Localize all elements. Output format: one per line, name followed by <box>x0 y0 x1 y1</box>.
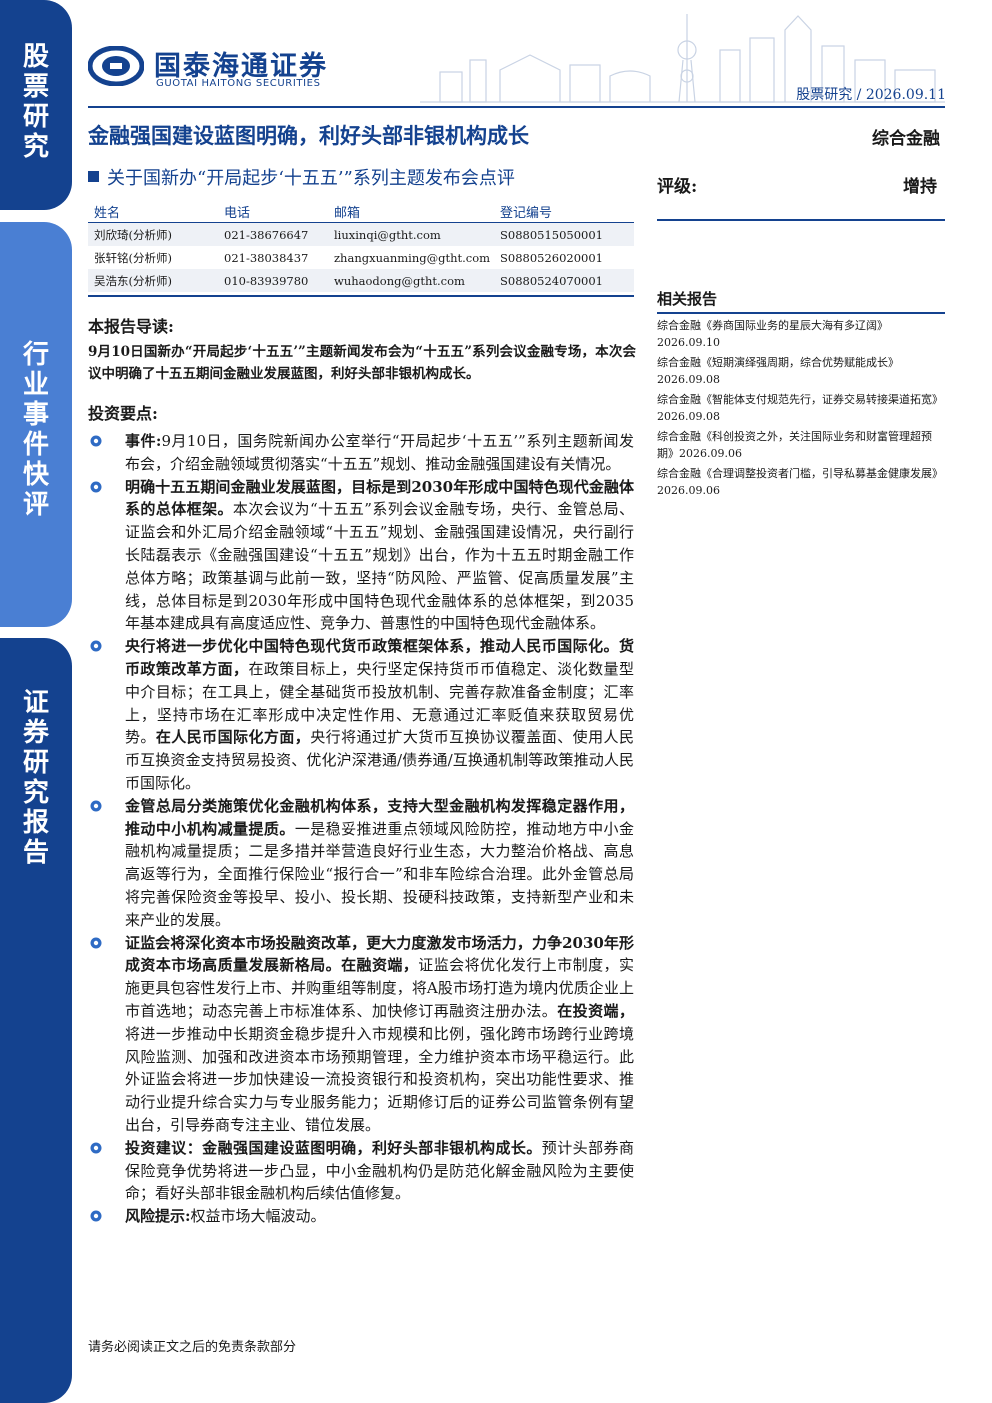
sidebar: 股票研究 行业事件快评 证券研究报告 <box>0 0 72 1403</box>
sidebar-char: 件 <box>22 430 49 460</box>
table-row: 刘欣琦(分析师) 021-38676647 liuxinqi@gtht.com … <box>88 222 634 246</box>
column-header-phone: 电话 <box>218 200 328 223</box>
analyst-phone: 021-38038437 <box>224 250 309 265</box>
circle-bullet-icon <box>90 800 102 812</box>
guide-text: 9月10日国新办“开局起步‘十五五’”主题新闻发布会为“十五五”系列会议金融专场… <box>88 344 636 382</box>
sidebar-block-securities-report: 证券研究报告 <box>0 638 72 1403</box>
sidebar-char: 究 <box>22 132 49 162</box>
related-reports: 相关报告 综合金融《券商国际业务的星辰大海有多辽阔》2026.09.10 综合金… <box>657 288 945 499</box>
related-report-item[interactable]: 综合金融《智能体支付规范先行，证券交易转接渠道拓宽》2026.09.08 <box>657 391 945 425</box>
analyst-email[interactable]: zhangxuanming@gtht.com <box>328 246 494 269</box>
analyst-email[interactable]: wuhaodong@gtht.com <box>328 269 494 292</box>
sidebar-char: 报 <box>22 808 49 838</box>
point-lead: 投资建议：金融强国建设蓝图明确，利好头部非银机构成长。 <box>125 1138 542 1157</box>
table-row: 吴浩东(分析师) 010-83939780 wuhaodong@gtht.com… <box>88 269 634 292</box>
point-lead-secondary: 在人民币国际化方面， <box>155 728 311 747</box>
sidebar-char: 评 <box>22 490 49 520</box>
related-report-item[interactable]: 综合金融《短期演绎强周期，综合优势赋能成长》2026.09.08 <box>657 354 945 388</box>
list-item: 央行将进一步优化中国特色现代货币政策框架体系，推动人民币国际化。货币政策改革方面… <box>88 635 634 795</box>
circle-bullet-icon <box>90 481 102 493</box>
sidebar-block-event-review: 行业事件快评 <box>0 222 72 627</box>
sidebar-label-stock-research: 股票研究 <box>0 42 72 162</box>
table-row: 张轩铭(分析师) 021-38038437 zhangxuanming@gtht… <box>88 246 634 269</box>
circle-bullet-icon <box>90 435 102 447</box>
guide-heading: 本报告导读: <box>88 317 174 336</box>
report-title: 金融强国建设蓝图明确，利好头部非银机构成长 <box>88 123 529 148</box>
sidebar-char: 快 <box>22 460 49 490</box>
point-lead-secondary: 在投资端， <box>557 1001 634 1020</box>
rating-value: 增持 <box>903 177 937 197</box>
analyst-registration: S0880526020001 <box>500 250 603 265</box>
related-report-item[interactable]: 综合金融《合理调整投资者门槛，引导私募基金健康发展》2026.09.06 <box>657 465 945 499</box>
point-lead: 事件: <box>125 432 162 450</box>
analyst-registration: S0880524070001 <box>494 269 634 292</box>
sidebar-char: 票 <box>22 72 49 102</box>
list-item: 证监会将深化资本市场投融资改革，更大力度激发市场活力，力争2030年形成资本市场… <box>88 932 634 1137</box>
square-bullet-icon <box>88 171 99 182</box>
related-report-item[interactable]: 综合金融《科创投资之外，关注国际业务和财富管理超预期》2026.09.06 <box>657 428 945 462</box>
column-header-registration: 登记编号 <box>494 200 634 223</box>
point-text: 本次会议为“十五五”系列会议金融专场，央行、金管总局、证监会和外汇局介绍金融领域… <box>125 500 634 633</box>
column-header-name: 姓名 <box>88 200 218 223</box>
sidebar-char: 证 <box>22 688 49 718</box>
sidebar-char: 股 <box>22 42 49 72</box>
related-report-item[interactable]: 综合金融《券商国际业务的星辰大海有多辽阔》2026.09.10 <box>657 317 945 351</box>
logo-mark-icon <box>88 46 144 86</box>
circle-bullet-icon <box>90 937 102 949</box>
analyst-name: 吴浩东(分析师) <box>88 269 218 292</box>
rating-divider <box>657 219 945 221</box>
header-breadcrumb: 股票研究 / 2026.09.11 <box>796 87 946 103</box>
industry-label: 综合金融 <box>872 129 940 149</box>
list-item: 投资建议：金融强国建设蓝图明确，利好头部非银机构成长。预计头部券商保险竞争优势将… <box>88 1137 634 1205</box>
rating-box: 评级: 增持 <box>657 172 945 202</box>
sidebar-block-stock-research: 股票研究 <box>0 0 72 210</box>
list-item: 风险提示:权益市场大幅波动。 <box>88 1205 634 1228</box>
sidebar-char: 事 <box>22 400 49 430</box>
analyst-table-header: 姓名 电话 邮箱 登记编号 <box>88 200 634 223</box>
analyst-registration: S0880515050001 <box>494 222 634 246</box>
point-text: 9月10日，国务院新闻办公室举行“开局起步‘十五五’”系列主题新闻发布会，介绍金… <box>125 432 634 473</box>
sidebar-label-securities-report: 证券研究报告 <box>0 688 72 868</box>
analyst-name: 张轩铭(分析师) <box>94 250 172 265</box>
company-logo: 国泰海通证券 GUOTAI HAITONG SECURITIES <box>88 42 348 98</box>
report-subtitle-text: 关于国新办“开局起步‘十五五’”系列主题发布会点评 <box>107 168 515 189</box>
point-text-secondary: 将进一步推动中长期资金稳步提升入市规模和比例，强化跨市场跨行业跨境风险监测、加强… <box>125 1024 634 1134</box>
investment-points: 事件:9月10日，国务院新闻办公室举行“开局起步‘十五五’”系列主题新闻发布会，… <box>88 430 634 1228</box>
analyst-table: 姓名 电话 邮箱 登记编号 刘欣琦(分析师) 021-38676647 liux… <box>88 200 634 292</box>
list-item: 金管总局分类施策优化金融机构体系，支持大型金融机构发挥稳定器作用，推动中小机构减… <box>88 795 634 932</box>
analyst-phone: 021-38676647 <box>218 222 328 246</box>
column-header-email: 邮箱 <box>328 200 494 223</box>
logo-name-en: GUOTAI HAITONG SECURITIES <box>156 78 321 89</box>
related-reports-title: 相关报告 <box>657 288 945 314</box>
sidebar-char: 究 <box>22 778 49 808</box>
header-divider <box>88 106 945 108</box>
disclaimer-note: 请务必阅读正文之后的免责条款部分 <box>88 1340 297 1355</box>
circle-bullet-icon <box>90 1142 102 1154</box>
sidebar-char: 业 <box>22 370 49 400</box>
sidebar-label-event-review: 行业事件快评 <box>0 340 72 520</box>
analyst-phone: 010-83939780 <box>218 269 328 292</box>
circle-bullet-icon <box>90 1210 102 1222</box>
point-lead: 风险提示: <box>125 1207 191 1226</box>
points-heading: 投资要点: <box>88 404 158 423</box>
rating-label: 评级: <box>657 177 698 197</box>
sidebar-char: 研 <box>22 748 49 778</box>
sidebar-char: 研 <box>22 102 49 132</box>
point-text: 权益市场大幅波动。 <box>190 1207 326 1226</box>
list-item: 明确十五五期间金融业发展蓝图，目标是到2030年形成中国特色现代金融体系的总体框… <box>88 476 634 636</box>
circle-bullet-icon <box>90 640 102 652</box>
sidebar-char: 券 <box>22 718 49 748</box>
list-item: 事件:9月10日，国务院新闻办公室举行“开局起步‘十五五’”系列主题新闻发布会，… <box>88 430 634 476</box>
analyst-name: 刘欣琦(分析师) <box>88 222 218 246</box>
report-subtitle: 关于国新办“开局起步‘十五五’”系列主题发布会点评 <box>88 164 515 190</box>
sidebar-char: 行 <box>22 340 49 370</box>
analyst-table-divider <box>88 295 634 297</box>
sidebar-char: 告 <box>22 838 49 868</box>
analyst-email[interactable]: liuxinqi@gtht.com <box>328 222 494 246</box>
